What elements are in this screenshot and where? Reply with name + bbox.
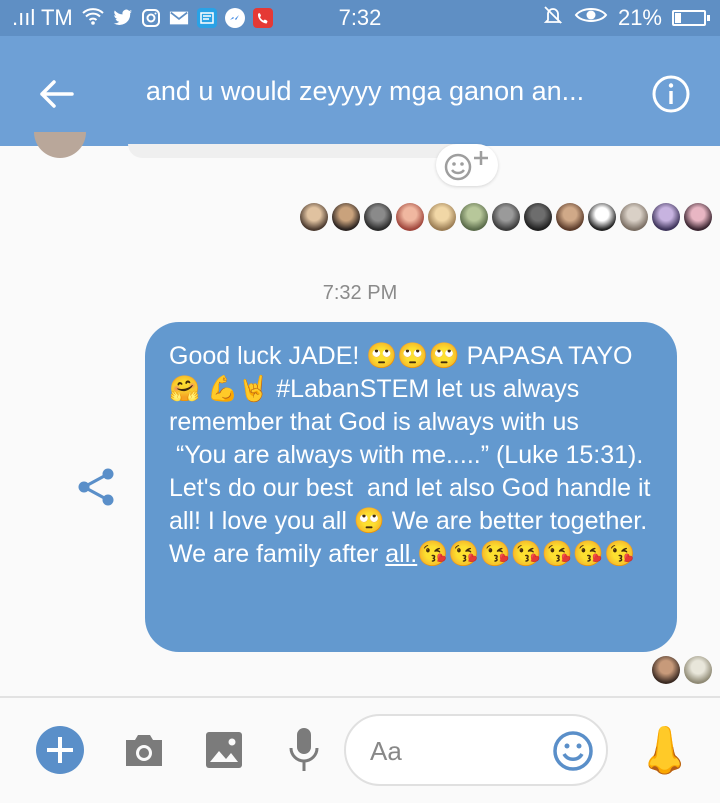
message-input-placeholder: Aa bbox=[370, 736, 402, 766]
seen-avatar bbox=[684, 656, 712, 684]
reader-avatar bbox=[524, 203, 552, 231]
seen-receipts bbox=[652, 656, 712, 684]
reader-avatar bbox=[684, 203, 712, 231]
emoji-icon[interactable] bbox=[552, 730, 594, 772]
info-icon[interactable] bbox=[651, 74, 691, 114]
previous-message-bubble[interactable] bbox=[128, 144, 458, 158]
battery-level bbox=[675, 13, 681, 23]
share-icon[interactable] bbox=[76, 466, 118, 508]
reader-avatar bbox=[556, 203, 584, 231]
status-right: 21% bbox=[542, 0, 710, 36]
conversation-title[interactable]: and u would zeyyyy mga ganon an... bbox=[0, 76, 720, 107]
reader-avatar bbox=[396, 203, 424, 231]
status-bar: .ııl TM 7:32 21% bbox=[0, 0, 720, 36]
read-receipts bbox=[300, 203, 712, 231]
quick-reaction-button[interactable]: 👃 bbox=[636, 722, 693, 778]
reader-avatar bbox=[428, 203, 456, 231]
battery-icon bbox=[672, 10, 710, 26]
reader-avatar bbox=[460, 203, 488, 231]
more-options-button[interactable] bbox=[36, 726, 84, 774]
message-emojis: 😘😘😘😘😘😘😘 bbox=[417, 540, 636, 568]
reader-avatar bbox=[364, 203, 392, 231]
gallery-icon[interactable] bbox=[204, 730, 244, 770]
reader-avatar bbox=[620, 203, 648, 231]
microphone-icon[interactable] bbox=[288, 726, 320, 774]
composer-bar: Aa 👃 bbox=[0, 698, 720, 803]
conversation-header: and u would zeyyyy mga ganon an... bbox=[0, 36, 720, 146]
reader-avatar bbox=[332, 203, 360, 231]
add-reaction-icon bbox=[444, 151, 488, 181]
battery-percent: 21% bbox=[617, 5, 662, 30]
reader-avatar bbox=[652, 203, 680, 231]
sent-message-bubble[interactable]: Good luck JADE! 🙄🙄🙄 PAPASA TAYO 🤗 💪🤘 #La… bbox=[145, 322, 677, 652]
sender-avatar[interactable] bbox=[34, 132, 86, 158]
eye-icon bbox=[574, 5, 608, 31]
message-link-text[interactable]: all. bbox=[385, 540, 417, 568]
reader-avatar bbox=[492, 203, 520, 231]
camera-icon[interactable] bbox=[122, 728, 166, 772]
reader-avatar bbox=[300, 203, 328, 231]
reader-avatar bbox=[588, 203, 616, 231]
message-text: Good luck JADE! 🙄🙄🙄 PAPASA TAYO 🤗 💪🤘 #La… bbox=[169, 340, 657, 571]
message-timestamp: 7:32 PM bbox=[322, 282, 398, 304]
add-reaction-button[interactable] bbox=[436, 144, 498, 186]
mute-bell-icon bbox=[542, 4, 564, 32]
seen-avatar bbox=[652, 656, 680, 684]
message-body: Good luck JADE! 🙄🙄🙄 PAPASA TAYO 🤗 💪🤘 #La… bbox=[169, 342, 651, 568]
message-input[interactable]: Aa bbox=[344, 714, 608, 786]
